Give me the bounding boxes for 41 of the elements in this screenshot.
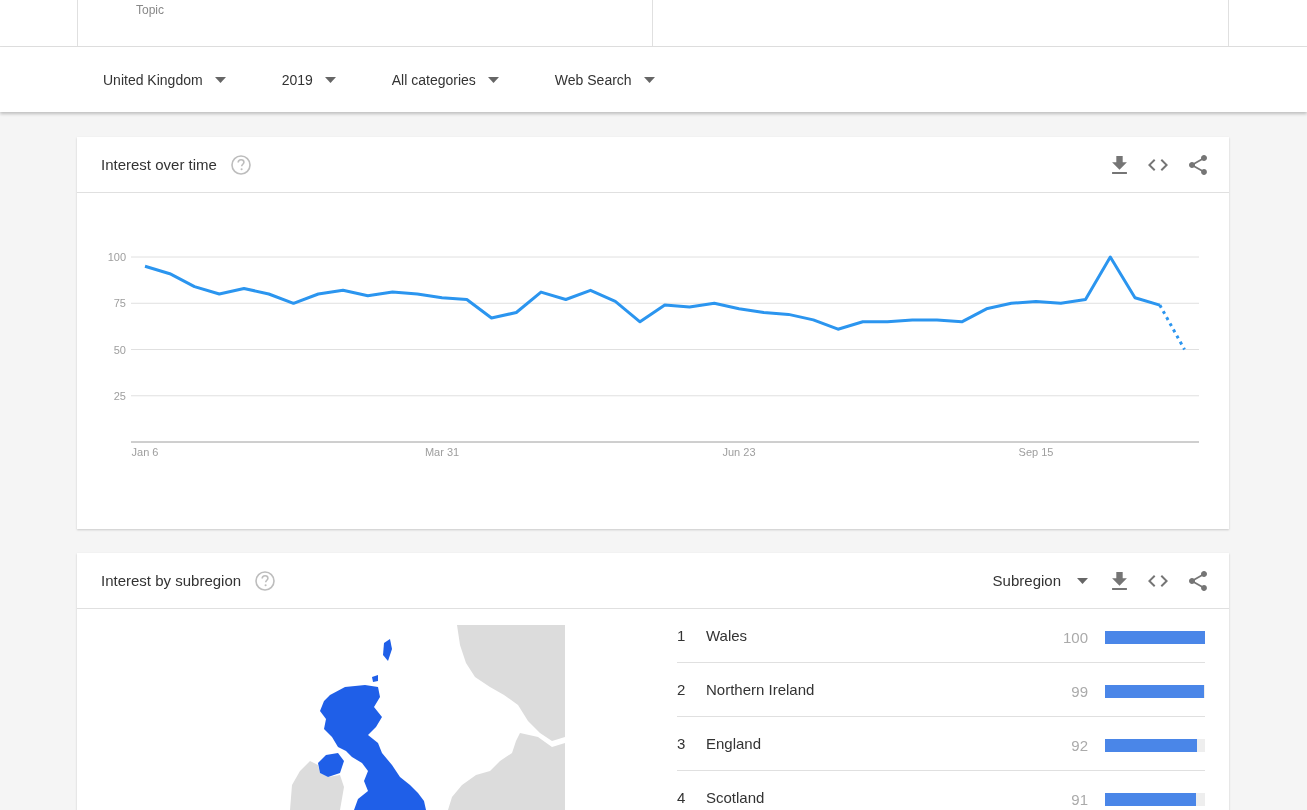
code-brackets-icon[interactable] [1148, 574, 1168, 587]
region-score: 100 [1062, 628, 1088, 646]
download-icon[interactable] [1112, 571, 1127, 590]
card-title: Interest by subregion [101, 572, 242, 589]
caret-icon [1077, 577, 1088, 584]
rank-number: 2 [677, 681, 687, 698]
region-name[interactable]: England [706, 735, 1072, 752]
y-axis-label: 50 [113, 343, 126, 356]
region-map[interactable] [290, 625, 565, 810]
region-name[interactable]: Northern Ireland [706, 681, 1072, 698]
y-axis-label: 75 [113, 297, 126, 310]
resolution-dropdown[interactable]: Subregion [992, 570, 1088, 591]
x-axis-label: Jun 23 [722, 446, 756, 458]
filter-dropdown[interactable]: Web Search [554, 69, 655, 90]
filter-dropdown[interactable]: 2019 [281, 69, 336, 90]
region-score: 91 [1071, 790, 1088, 808]
filter-dropdown[interactable]: United Kingdom [103, 69, 226, 90]
region-name[interactable]: Wales [706, 627, 1063, 644]
term-subtitle: Topic [136, 4, 164, 17]
code-brackets-icon[interactable] [1148, 158, 1168, 171]
partial-data-line [1158, 304, 1186, 351]
region-score: 92 [1071, 736, 1088, 754]
rank-number: 1 [677, 627, 687, 644]
region-score: 99 [1071, 682, 1088, 700]
x-axis-label: Jan 6 [131, 446, 159, 458]
y-axis-label: 100 [107, 251, 126, 263]
share-icon[interactable] [1189, 154, 1207, 175]
x-axis-label: Sep 15 [1018, 446, 1054, 458]
y-axis-label: 25 [113, 389, 126, 402]
caret-icon [487, 76, 499, 83]
filter-dropdown[interactable]: All categories [391, 69, 499, 90]
region-name[interactable]: Scotland [706, 789, 1072, 806]
share-icon[interactable] [1189, 570, 1207, 591]
caret-icon [643, 76, 655, 83]
caret-icon [214, 76, 226, 83]
rank-number: 3 [677, 735, 687, 752]
caret-icon [324, 76, 336, 83]
card-title: Interest over time [101, 156, 217, 173]
download-icon[interactable] [1112, 155, 1127, 174]
x-axis-label: Mar 31 [424, 446, 460, 458]
rank-number: 4 [677, 789, 687, 806]
